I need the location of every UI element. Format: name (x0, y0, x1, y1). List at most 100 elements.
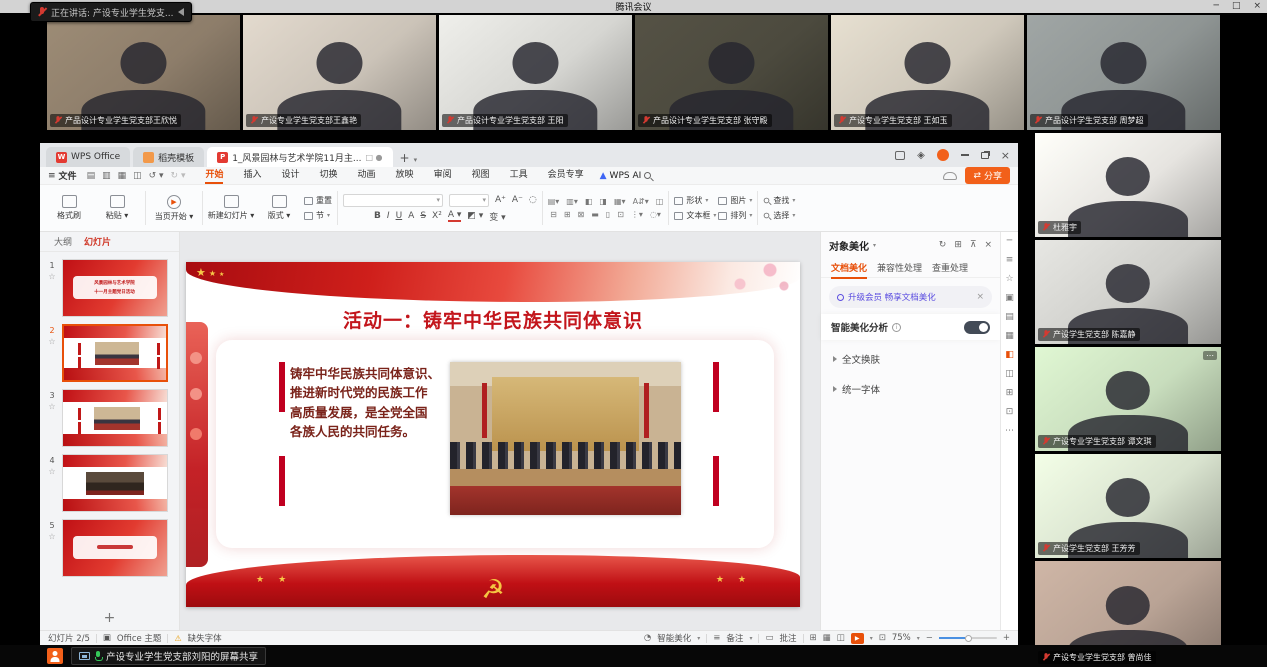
wps-restore-icon[interactable] (981, 152, 989, 159)
text-direction-icon[interactable]: A⇵▾ (633, 197, 649, 206)
favorites-icon[interactable]: ☆ (1005, 274, 1013, 284)
section-全文换肤[interactable]: 全文换肤 (821, 344, 1000, 374)
more-text-effects-button[interactable]: 变 ▾ (489, 210, 505, 223)
video-tile[interactable]: 产品设计专业学生党支部 王阳 (439, 15, 632, 130)
document-tab[interactable]: 稻壳模板 (133, 147, 204, 167)
ribbon-tab-视图[interactable]: 视图 (462, 167, 500, 184)
increase-font-icon[interactable]: A⁺ (495, 195, 506, 205)
banner-close-icon[interactable]: × (976, 292, 984, 302)
speaking-indicator-badge[interactable]: 正在讲话: 产设专业学生党支... (30, 2, 192, 22)
layers-icon[interactable]: ▣ (1005, 293, 1014, 303)
ribbon-button-节[interactable]: 节 ▾ (304, 210, 332, 221)
video-tile[interactable]: 产品设计专业学生党支部 张守殿 (635, 15, 828, 130)
ribbon-tab-设计[interactable]: 设计 (272, 167, 310, 184)
highlight-color-button[interactable]: ◩ ▾ (467, 211, 483, 221)
ribbon-tab-工具[interactable]: 工具 (500, 167, 538, 184)
account-avatar-dot[interactable] (937, 149, 949, 161)
new-tab-button[interactable]: + (400, 151, 410, 165)
video-tile[interactable]: 产设专业学生党支部 王如玉 (831, 15, 1024, 130)
save-icon[interactable]: ▤ (87, 171, 96, 181)
output-icon[interactable]: ▥ (102, 171, 111, 181)
zoom-level[interactable]: 75% (892, 633, 911, 643)
video-tile[interactable]: 产品设计学生党支部 周梦超 (1027, 15, 1220, 130)
slide-title[interactable]: 活动一：铸牢中华民族共同体意识 (186, 306, 800, 333)
decrease-font-icon[interactable]: A⁻ (512, 195, 523, 205)
wps-minimize-icon[interactable] (961, 154, 969, 156)
format-A-button[interactable]: A (408, 211, 414, 221)
wps-ai-button[interactable]: ▲ WPS AI (600, 171, 652, 181)
video-tile[interactable]: ⋯产设专业学生党支部 谭文琪 (1035, 347, 1221, 451)
zoom-in-icon[interactable]: + (1003, 633, 1010, 643)
beautify-tab-文档美化[interactable]: 文档美化 (831, 261, 867, 274)
add-slide-button[interactable]: + (40, 610, 179, 626)
star-icon[interactable]: ☆ (48, 337, 55, 346)
wps-close-icon[interactable]: × (1001, 149, 1010, 162)
list-more-icon[interactable]: ⋮▾ (631, 210, 643, 219)
align-right-icon[interactable]: ⊠ (578, 210, 585, 219)
screen-share-tooltip[interactable]: 产设专业学生党支部刘阳的屏幕共享 (71, 647, 266, 665)
ribbon-button-重置[interactable]: 重置 (304, 195, 332, 206)
outdent-icon[interactable]: ◧ (585, 197, 593, 206)
ribbon-button-粘贴[interactable]: 粘贴 ▾ (94, 195, 140, 221)
zoom-slider[interactable] (939, 637, 997, 639)
format-B-button[interactable]: B (374, 211, 381, 221)
sorter-view-icon[interactable]: ▦ (823, 633, 831, 643)
para-more-icon[interactable]: ◌▾ (650, 210, 661, 219)
justify-icon[interactable]: ▬ (591, 210, 599, 219)
minimize-button[interactable]: ─ (1214, 0, 1219, 13)
ribbon-tab-审阅[interactable]: 审阅 (424, 167, 462, 184)
video-tile[interactable]: 产设专业学生党支部王鑫艳 (243, 15, 436, 130)
document-tab[interactable]: P1_风景园林与艺术学院11月主...□ ● (207, 147, 392, 167)
zoom-out-icon[interactable]: − (926, 633, 933, 643)
ribbon-button-格式刷[interactable]: 格式刷 (46, 195, 92, 221)
beautify-icon[interactable]: ◧ (1005, 350, 1014, 360)
ribbon-tab-放映[interactable]: 放映 (386, 167, 424, 184)
ribbon-tab-动画[interactable]: 动画 (348, 167, 386, 184)
taskbar-meeting-icon[interactable] (47, 648, 63, 664)
slide-photo[interactable] (450, 362, 681, 515)
video-tile[interactable]: 产设学生党支部 王芳芳 (1035, 454, 1221, 558)
search-icon[interactable] (644, 172, 651, 179)
format-S-button[interactable]: S (420, 211, 426, 221)
undo-icon[interactable]: ↺ ▾ (149, 171, 164, 181)
slide-thumbnail-3[interactable] (62, 389, 168, 447)
slide-thumbnail-4[interactable] (62, 454, 168, 512)
slide-canvas[interactable]: ★★★ 活动一：铸牢中华民族共同体意识 铸牢中华民族共同体意识、推进新时代党的民… (180, 232, 820, 630)
theme-label[interactable]: Office 主题 (117, 632, 162, 644)
star-icon[interactable]: ☆ (48, 532, 55, 541)
redo-icon[interactable]: ↻ ▾ (171, 171, 186, 181)
slide-thumbnail-1[interactable]: 风景园林与艺术学院 十一月主题党日活动 (62, 259, 168, 317)
cloud-status-icon[interactable] (943, 172, 957, 180)
document-tab[interactable]: WWPS Office (46, 147, 130, 167)
video-tile[interactable]: 产品设计专业学生党支部王欣悦 (47, 15, 240, 130)
indent-icon[interactable]: ◨ (599, 197, 607, 206)
ribbon-button-形状[interactable]: 形状 ▾ (674, 195, 716, 206)
smart-beautify-button[interactable]: 智能美化 (657, 632, 691, 644)
chart-icon[interactable]: ▦ (1005, 331, 1014, 341)
format-X²-button[interactable]: X² (432, 211, 442, 221)
align-center-icon[interactable]: ⊞ (564, 210, 571, 219)
ribbon-button-查找[interactable]: 查找 ▾ (763, 195, 795, 206)
analysis-toggle[interactable] (964, 321, 990, 334)
print-icon[interactable]: ▦ (118, 171, 127, 181)
ribbon-button-当页开始[interactable]: ▶当页开始 ▾ (151, 195, 197, 222)
beautify-tab-兼容性处理[interactable]: 兼容性处理 (877, 261, 922, 274)
slide-thumbnail-2[interactable] (62, 324, 168, 382)
panel-tab-大纲[interactable]: 大纲 (54, 235, 72, 248)
ribbon-button-排列[interactable]: 排列 ▾ (718, 210, 752, 221)
normal-view-icon[interactable]: ⊞ (810, 633, 817, 643)
numbered-list-icon[interactable]: ▥▾ (566, 197, 578, 206)
ribbon-button-选择[interactable]: 选择 ▾ (763, 210, 795, 221)
ribbon-tab-切换[interactable]: 切换 (310, 167, 348, 184)
close-button[interactable]: × (1253, 0, 1261, 13)
restore-button[interactable]: □ (1232, 0, 1241, 13)
grid-icon[interactable]: ⊞ (1006, 388, 1014, 398)
font-color-button[interactable]: A ▾ (448, 211, 462, 222)
format-I-button[interactable]: I (387, 211, 390, 221)
ribbon-button-图片[interactable]: 图片 ▾ (718, 195, 752, 206)
slide-body-text[interactable]: 铸牢中华民族共同体意识、推进新时代党的民族工作高质量发展，是全党全国各族人民的共… (290, 364, 448, 442)
info-icon[interactable]: i (892, 323, 901, 332)
tile-more-icon[interactable]: ⋯ (1203, 351, 1217, 360)
clear-format-icon[interactable]: ◌ (529, 195, 537, 205)
cloud-sync-icon[interactable]: ◫ (133, 171, 142, 181)
